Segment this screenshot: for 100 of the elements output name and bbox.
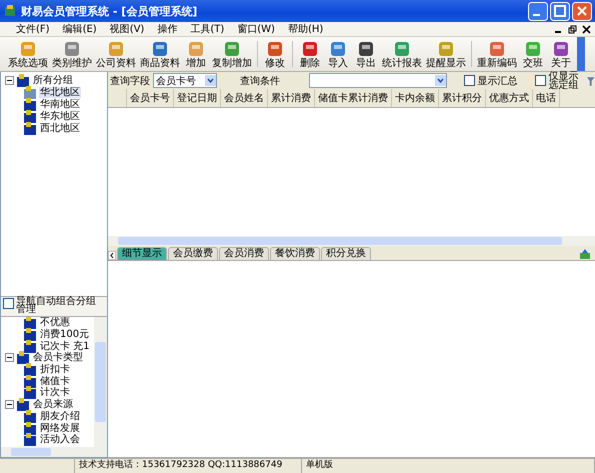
- menu-item[interactable]: 编辑(E): [58, 22, 106, 36]
- restore-icon[interactable]: [568, 24, 577, 34]
- tab[interactable]: 餐饮消费: [270, 247, 320, 260]
- condition-label: 查询条件: [240, 74, 280, 88]
- tree-item[interactable]: 会员卡类型: [32, 352, 84, 364]
- tree-item[interactable]: 储值卡: [39, 376, 71, 387]
- square-icon: [186, 40, 206, 58]
- close-icon[interactable]: [582, 24, 591, 34]
- tree-item[interactable]: 记次卡 充1: [39, 340, 91, 352]
- toolbar-button[interactable]: 增加: [182, 37, 210, 71]
- collapse-icon[interactable]: [5, 353, 14, 362]
- square-icon: [62, 40, 82, 58]
- tree-item[interactable]: 网络发展: [39, 422, 81, 434]
- square-icon: [551, 40, 571, 58]
- menu-item[interactable]: 视图(V): [106, 22, 154, 36]
- filter-icon[interactable]: [586, 74, 595, 86]
- folder-icon: [23, 317, 37, 330]
- tree-item[interactable]: 折扣卡: [39, 364, 71, 376]
- square-icon: [487, 40, 507, 58]
- folder-icon: [23, 98, 37, 110]
- toolbar-button[interactable]: 导入: [324, 37, 352, 71]
- tree-item[interactable]: 华东地区: [39, 110, 81, 122]
- tab[interactable]: 细节显示: [117, 247, 167, 260]
- folder-icon: [16, 74, 30, 86]
- column-header[interactable]: 会员姓名: [221, 89, 268, 107]
- tree-item[interactable]: 华南地区: [39, 98, 81, 110]
- tree-item[interactable]: 活动入会: [39, 434, 81, 446]
- square-icon: [356, 40, 376, 58]
- tree-item[interactable]: 计次卡: [39, 387, 71, 398]
- scrollbar[interactable]: [108, 236, 595, 246]
- status-text: 技术支持电话：15361792328 QQ:1113886749: [75, 459, 302, 473]
- tree-item[interactable]: 会员来源: [32, 399, 74, 410]
- tree-item[interactable]: 西北地区: [39, 122, 81, 134]
- toolbar-button[interactable]: 修改: [261, 37, 289, 71]
- folder-icon: [23, 433, 37, 446]
- left-arrow-icon[interactable]: [108, 251, 116, 260]
- field-label: 查询字段: [110, 74, 150, 88]
- menu-item[interactable]: 窗口(W): [233, 22, 284, 36]
- square-icon: [150, 40, 170, 58]
- menu-item[interactable]: 操作: [153, 22, 186, 36]
- tab[interactable]: 会员消费: [219, 247, 269, 260]
- square-icon: [523, 40, 543, 58]
- column-header[interactable]: 会员卡号: [127, 89, 174, 107]
- column-header[interactable]: 电话: [533, 89, 560, 107]
- checkbox-label: 显示汇总: [478, 74, 518, 88]
- tree-item[interactable]: 所有分组: [32, 74, 74, 86]
- square-icon: [436, 40, 456, 58]
- checkbox-label: 导航自动组合分组管理: [16, 298, 97, 314]
- tab[interactable]: 会员缴费: [168, 247, 218, 260]
- toolbar-button[interactable]: 公司资料: [94, 37, 138, 71]
- toolbar-button[interactable]: 复制增加: [210, 37, 254, 71]
- square-icon: [392, 40, 412, 58]
- column-header[interactable]: 卡内余额: [392, 89, 439, 107]
- checkbox[interactable]: [3, 298, 14, 309]
- menu-item[interactable]: 帮助(H): [284, 22, 332, 36]
- column-header[interactable]: 优惠方式: [486, 89, 533, 107]
- tree-item[interactable]: 朋友介绍: [39, 410, 81, 422]
- menu-item[interactable]: 文件(F): [12, 22, 59, 36]
- checkbox[interactable]: [534, 75, 546, 86]
- toolbar-button[interactable]: 导出: [352, 37, 380, 71]
- toolbar-button[interactable]: 重新编码: [475, 37, 519, 71]
- app-icon: [3, 4, 17, 18]
- collapse-icon[interactable]: [5, 76, 14, 84]
- square-icon: [106, 40, 126, 58]
- toolbar-button[interactable]: 删除: [296, 37, 324, 71]
- column-header[interactable]: 登记日期: [174, 89, 221, 107]
- folder-icon: [23, 86, 37, 98]
- checkbox-label: 仅显示选定组: [548, 72, 580, 90]
- column-header[interactable]: 累计积分: [439, 89, 486, 107]
- folder-icon: [23, 422, 37, 435]
- column-header[interactable]: 累计消费: [268, 89, 315, 107]
- square-icon: [18, 40, 38, 58]
- checkbox[interactable]: [464, 75, 475, 86]
- toolbar-button[interactable]: 提醒显示: [424, 37, 468, 71]
- toolbar-button[interactable]: 商品资料: [138, 37, 182, 71]
- column-header[interactable]: 储值卡累计消费: [315, 89, 392, 107]
- toolbar-button[interactable]: 类别维护: [50, 37, 94, 71]
- tree-item[interactable]: 华北地区: [39, 86, 81, 98]
- scrollbar[interactable]: [1, 447, 107, 457]
- maximize-icon[interactable]: [550, 2, 570, 20]
- folder-icon: [23, 122, 37, 134]
- folder-icon: [23, 363, 37, 376]
- tab[interactable]: 积分兑换: [321, 247, 371, 260]
- folder-icon: [23, 386, 37, 400]
- folder-icon: [23, 374, 37, 388]
- toolbar-button[interactable]: 交班: [519, 37, 547, 71]
- tree-item[interactable]: 消费100元: [39, 329, 90, 340]
- toolbar-button[interactable]: 统计报表: [380, 37, 424, 71]
- status-text: 单机版: [302, 459, 595, 473]
- folder-icon: [23, 110, 37, 122]
- folder-icon: [23, 328, 37, 342]
- folder-icon: [16, 351, 30, 364]
- toolbar-button[interactable]: 系统选项: [6, 37, 50, 71]
- scrollbar[interactable]: [94, 317, 107, 447]
- toolbar-button[interactable]: 关于: [547, 37, 575, 71]
- collapse-icon[interactable]: [5, 400, 14, 410]
- field-dropdown[interactable]: 会员卡号: [153, 73, 218, 88]
- tree-item[interactable]: 不优惠: [39, 317, 71, 328]
- folder-icon: [16, 398, 30, 412]
- menu-item[interactable]: 工具(T): [186, 22, 234, 36]
